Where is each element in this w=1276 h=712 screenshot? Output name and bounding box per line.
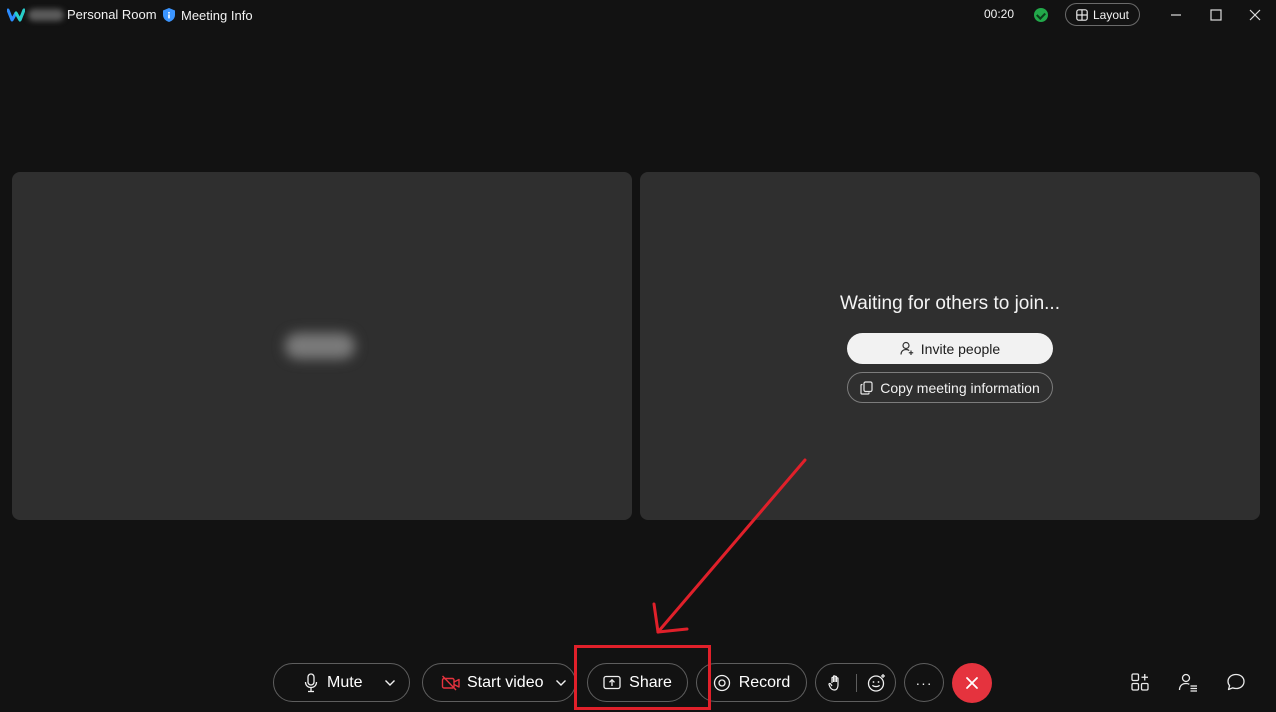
close-icon	[1249, 9, 1261, 21]
annotation-highlight-box	[574, 645, 711, 710]
copy-icon	[860, 380, 873, 395]
start-video-label: Start video	[467, 673, 544, 691]
apps-button[interactable]	[1128, 670, 1152, 694]
reactions-group	[815, 663, 896, 702]
connection-status-icon[interactable]	[1034, 8, 1048, 22]
chat-icon	[1227, 673, 1245, 691]
record-button[interactable]: Record	[696, 663, 807, 702]
add-person-icon	[900, 341, 913, 355]
waiting-tile: Waiting for others to join... Invite peo…	[640, 172, 1260, 520]
mute-label: Mute	[327, 673, 363, 691]
invite-people-label: Invite people	[920, 340, 1001, 357]
more-options-button[interactable]: ···	[904, 663, 944, 702]
shield-icon	[163, 8, 175, 22]
chevron-down-icon[interactable]	[384, 679, 396, 687]
invite-people-button[interactable]: Invite people	[847, 333, 1053, 364]
waiting-message: Waiting for others to join...	[839, 293, 1060, 314]
room-title: Personal Room	[67, 7, 157, 22]
participants-button[interactable]	[1176, 670, 1200, 694]
copy-meeting-info-label: Copy meeting information	[880, 379, 1040, 396]
end-meeting-button[interactable]	[952, 663, 992, 703]
record-label: Record	[738, 673, 791, 691]
more-options-icon: ···	[915, 674, 933, 691]
divider	[856, 673, 857, 692]
meeting-info-button[interactable]: Meeting Info	[162, 5, 253, 25]
start-video-button[interactable]: Start video	[422, 663, 576, 702]
layout-button[interactable]: Layout	[1065, 3, 1140, 26]
microphone-icon	[304, 672, 318, 692]
record-icon	[713, 674, 730, 691]
emoji-reaction-icon[interactable]	[867, 673, 887, 693]
minimize-icon	[1171, 14, 1181, 16]
layout-grid-icon	[1076, 8, 1088, 21]
raise-hand-icon[interactable]	[828, 674, 844, 692]
apps-icon	[1131, 673, 1149, 691]
close-window-button[interactable]	[1244, 4, 1266, 26]
participants-icon	[1178, 673, 1197, 692]
mute-button[interactable]: Mute	[273, 663, 410, 702]
participant-name-blurred	[285, 333, 355, 359]
layout-label: Layout	[1092, 7, 1130, 22]
webex-logo-icon	[7, 8, 25, 22]
title-bar: Personal Room Meeting Info 00:20 Layout	[0, 0, 1276, 30]
camera-off-icon	[441, 675, 460, 690]
maximize-button[interactable]	[1205, 4, 1227, 26]
maximize-icon	[1210, 9, 1222, 21]
minimize-button[interactable]	[1165, 4, 1187, 26]
meeting-info-label: Meeting Info	[181, 7, 253, 23]
elapsed-time: 00:20	[984, 7, 1015, 21]
copy-meeting-info-button[interactable]: Copy meeting information	[847, 372, 1053, 403]
chevron-down-icon[interactable]	[555, 679, 567, 687]
chat-button[interactable]	[1224, 670, 1248, 694]
close-icon	[966, 677, 978, 689]
user-name-blurred	[28, 9, 64, 21]
